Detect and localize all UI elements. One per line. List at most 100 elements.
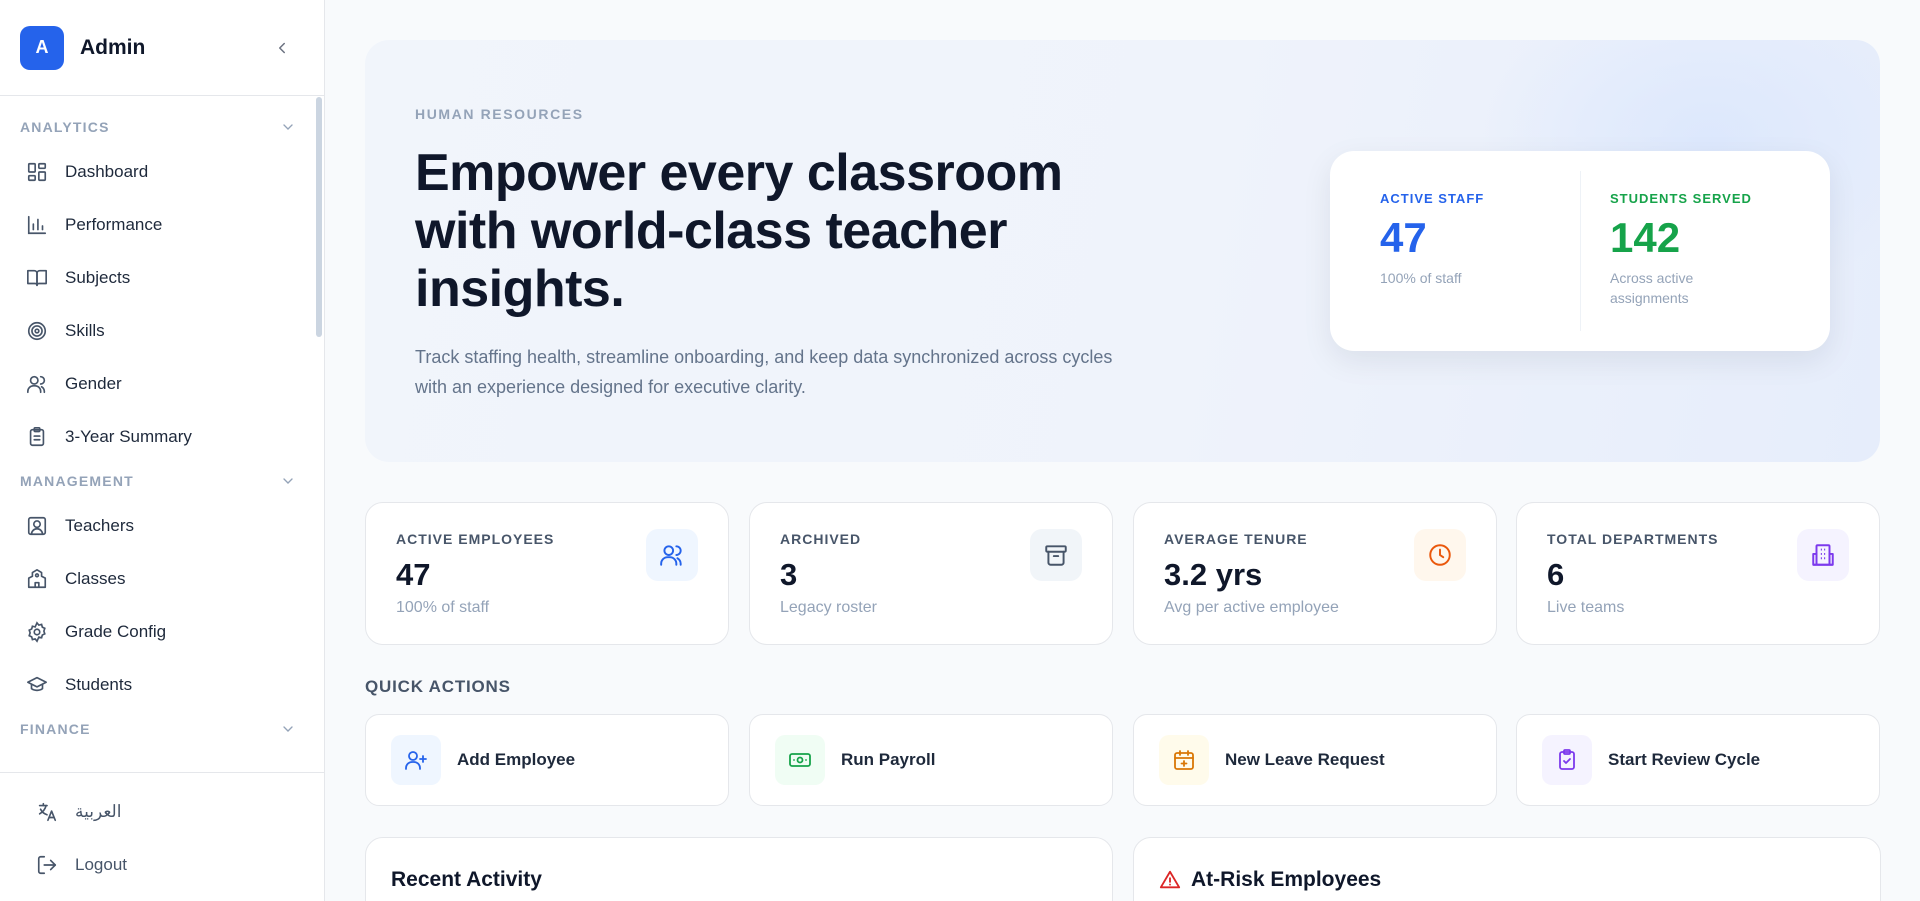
action-icon-box bbox=[1542, 735, 1592, 785]
sidebar-item-grade-config[interactable]: Grade Config bbox=[0, 605, 324, 658]
chevron-down-icon bbox=[283, 478, 293, 484]
sidebar-item-label: Grade Config bbox=[65, 621, 167, 641]
active-staff-summary: ACTIVE STAFF 47 100% of staff bbox=[1380, 191, 1500, 288]
contact-icon bbox=[27, 516, 47, 535]
section-finance[interactable]: FINANCE bbox=[0, 711, 324, 747]
sidebar-item-label: Classes bbox=[65, 568, 126, 588]
stat-label: AVERAGE TENURE bbox=[1164, 531, 1308, 547]
hero-banner: HUMAN RESOURCES Empower every classroom … bbox=[365, 40, 1880, 462]
stat-sub: Avg per active employee bbox=[1164, 599, 1339, 616]
stat-value: 3.2 yrs bbox=[1164, 557, 1263, 592]
stat-icon-box bbox=[1414, 529, 1466, 581]
collapse-sidebar-button[interactable] bbox=[270, 36, 294, 60]
sidebar-item-label: Dashboard bbox=[65, 161, 149, 181]
logout-label: Logout bbox=[75, 854, 127, 874]
stat-card-average-tenure: AVERAGE TENURE 3.2 yrs Avg per active em… bbox=[1133, 502, 1497, 645]
section-management[interactable]: MANAGEMENT bbox=[0, 463, 324, 499]
chevron-down-icon bbox=[283, 726, 293, 732]
action-icon-box bbox=[775, 735, 825, 785]
stat-sub: 100% of staff bbox=[396, 599, 490, 616]
stat-icon-box bbox=[646, 529, 698, 581]
at-risk-header: At-Risk Employees bbox=[1159, 868, 1381, 892]
stat-icon-box bbox=[1797, 529, 1849, 581]
run-payroll-button[interactable]: Run Payroll bbox=[749, 714, 1113, 806]
clipboard-check-icon bbox=[1559, 749, 1575, 770]
sidebar-item-subjects[interactable]: Subjects bbox=[0, 251, 324, 304]
divider bbox=[1580, 171, 1581, 331]
sidebar-item-label: 3-Year Summary bbox=[65, 426, 192, 446]
language-switch[interactable]: العربية bbox=[0, 785, 324, 838]
brand-name: Admin bbox=[80, 35, 146, 59]
archive-icon bbox=[1045, 545, 1067, 566]
sidebar-item-3-year-summary[interactable]: 3-Year Summary bbox=[0, 410, 324, 463]
at-risk-panel: At-Risk Employees bbox=[1133, 837, 1881, 901]
sidebar-nav[interactable]: ANALYTICS Dashboard Performance Subjects… bbox=[0, 97, 324, 772]
stat-sub: Live teams bbox=[1547, 599, 1625, 616]
add-employee-button[interactable]: Add Employee bbox=[365, 714, 729, 806]
stat-value: 3 bbox=[780, 557, 798, 592]
hero-title: Empower every classroom with world-class… bbox=[415, 144, 1063, 318]
section-label: FINANCE bbox=[20, 721, 91, 737]
active-staff-label: ACTIVE STAFF bbox=[1380, 191, 1485, 206]
banknote-icon bbox=[789, 753, 811, 767]
sidebar-item-students[interactable]: Students bbox=[0, 658, 324, 711]
school-icon bbox=[27, 568, 47, 588]
section-label: MANAGEMENT bbox=[20, 473, 134, 489]
book-icon bbox=[27, 269, 47, 286]
stat-sub: Legacy roster bbox=[780, 599, 877, 616]
section-analytics[interactable]: ANALYTICS bbox=[0, 109, 324, 145]
sidebar-footer: العربية Logout bbox=[0, 772, 324, 901]
logout-button[interactable]: Logout bbox=[0, 838, 324, 891]
stat-card-active-employees: ACTIVE EMPLOYEES 47 100% of staff bbox=[365, 502, 729, 645]
bar-chart-icon bbox=[27, 215, 47, 234]
sidebar-header: A Admin bbox=[0, 0, 324, 96]
language-label: العربية bbox=[75, 801, 122, 821]
sidebar-item-classes[interactable]: Classes bbox=[0, 552, 324, 605]
sidebar-item-gender[interactable]: Gender bbox=[0, 357, 324, 410]
students-served-label: STUDENTS SERVED bbox=[1610, 191, 1752, 206]
sidebar-item-label: Teachers bbox=[65, 515, 134, 535]
sidebar-item-teachers[interactable]: Teachers bbox=[0, 499, 324, 552]
hero-summary-card: ACTIVE STAFF 47 100% of staff STUDENTS S… bbox=[1330, 151, 1830, 351]
sidebar-item-label: Students bbox=[65, 674, 133, 694]
sidebar-item-label: Gender bbox=[65, 373, 122, 393]
stat-card-archived: ARCHIVED 3 Legacy roster bbox=[749, 502, 1113, 645]
clock-icon bbox=[1429, 544, 1451, 566]
active-staff-sub: 100% of staff bbox=[1380, 270, 1462, 286]
chevron-down-icon bbox=[283, 124, 293, 130]
quick-actions-title: QUICK ACTIONS bbox=[365, 677, 511, 696]
stat-label: ACTIVE EMPLOYEES bbox=[396, 531, 555, 547]
stat-icon-box bbox=[1030, 529, 1082, 581]
hero-eyebrow: HUMAN RESOURCES bbox=[415, 106, 584, 122]
sidebar-item-performance[interactable]: Performance bbox=[0, 198, 324, 251]
action-label: Start Review Cycle bbox=[1608, 750, 1761, 769]
recent-activity-panel: Recent Activity bbox=[365, 837, 1113, 901]
sidebar-item-label: Skills bbox=[65, 320, 105, 340]
students-served-sub: Across active assignments bbox=[1610, 270, 1694, 306]
start-review-cycle-button[interactable]: Start Review Cycle bbox=[1516, 714, 1880, 806]
at-risk-title: At-Risk Employees bbox=[1191, 868, 1382, 891]
gear-icon bbox=[28, 620, 46, 643]
main-content: HUMAN RESOURCES Empower every classroom … bbox=[365, 0, 1881, 901]
sidebar-item-skills[interactable]: Skills bbox=[0, 304, 324, 357]
warning-icon bbox=[1159, 870, 1181, 889]
action-icon-box bbox=[1159, 735, 1209, 785]
sidebar-item-dashboard[interactable]: Dashboard bbox=[0, 145, 324, 198]
calendar-plus-icon bbox=[1174, 750, 1194, 770]
avatar[interactable]: A bbox=[20, 25, 64, 70]
stat-value: 6 bbox=[1547, 557, 1565, 592]
stat-label: ARCHIVED bbox=[780, 531, 862, 547]
students-served-summary: STUDENTS SERVED 142 Across active assign… bbox=[1610, 191, 1752, 308]
users-icon bbox=[660, 545, 682, 566]
sidebar-item-label: Performance bbox=[65, 214, 163, 234]
students-served-value: 142 bbox=[1610, 214, 1681, 261]
new-leave-request-button[interactable]: New Leave Request bbox=[1133, 714, 1497, 806]
users-icon bbox=[27, 375, 46, 393]
action-label: Run Payroll bbox=[841, 750, 936, 769]
target-icon bbox=[27, 321, 47, 340]
sidebar-scrollbar[interactable] bbox=[316, 97, 322, 337]
chevron-left-icon bbox=[279, 42, 285, 53]
sidebar: A Admin ANALYTICS Dashboard Performance … bbox=[0, 0, 325, 901]
action-icon-box bbox=[391, 735, 441, 785]
sidebar-item-label: Subjects bbox=[65, 267, 131, 287]
